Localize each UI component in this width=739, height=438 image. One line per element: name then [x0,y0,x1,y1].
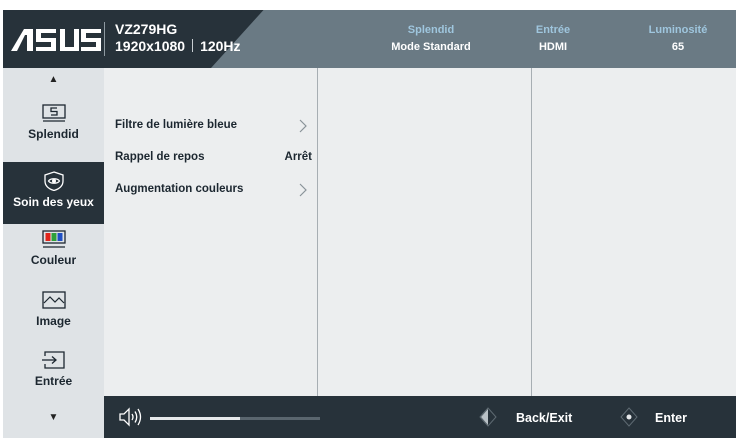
enter-joystick-icon [620,407,638,427]
monitor-osd: VZ279HG 1920x1080 120Hz Splendid Mode Sta… [3,10,736,438]
splendid-status: Splendid Mode Standard [361,22,501,56]
sidebar-item-label: Soin des yeux [13,195,94,209]
input-status-label: Entrée [535,24,571,36]
splendid-status-label: Splendid [407,24,455,36]
image-icon [41,291,66,309]
menu-item-color-augmentation[interactable]: Augmentation couleurs [115,179,312,201]
volume-slider-fill [150,417,241,420]
menu-item-label: Rappel de repos [115,151,205,163]
splendid-icon [41,104,66,122]
brightness-status: Luminosité 65 [633,22,723,56]
volume-slider[interactable] [150,417,320,420]
scroll-down-arrow-icon[interactable]: ▼ [3,412,104,423]
sidebar-item-eye-care[interactable]: Soin des yeux [3,162,104,224]
speaker-icon [119,407,142,427]
menu-column-2 [318,68,532,396]
menu-item-blue-light-filter[interactable]: Filtre de lumière bleue [115,115,312,137]
splendid-status-value: Mode Standard [391,41,471,53]
input-status-value: HDMI [538,41,568,53]
menu-column-3 [532,68,736,396]
brightness-status-value: 65 [671,41,685,53]
scroll-up-arrow-icon[interactable]: ▲ [3,74,104,85]
monitor-model-info: VZ279HG 1920x1080 120Hz [115,21,241,55]
chevron-right-icon [299,183,307,197]
resolution: 1920x1080 [115,38,186,54]
sidebar-item-label: Entrée [34,374,73,388]
menu-item-value: Arrêt [284,151,312,163]
color-icon [41,230,66,248]
menu-item-label: Filtre de lumière bleue [115,119,238,131]
back-exit-label[interactable]: Back/Exit [516,411,572,425]
chevron-right-icon [299,119,307,133]
input-status: Entrée HDMI [518,22,588,56]
info-separator [192,39,194,52]
sidebar-item-label: Splendid [28,127,79,141]
brightness-status-label: Luminosité [648,24,708,36]
input-icon [41,351,65,369]
sidebar-item-image[interactable]: Image [3,291,104,353]
menu-column-1: Filtre de lumière bleue Rappel de repos … [104,68,318,396]
sidebar-item-color[interactable]: Couleur [3,230,104,292]
osd-header: VZ279HG 1920x1080 120Hz Splendid Mode Sta… [3,10,736,68]
back-joystick-icon [479,407,497,427]
osd-sidebar: ▲ Splendid Soin des yeux Couleur Image E… [3,68,104,438]
asus-logo [11,29,101,51]
osd-footer: Back/Exit Enter [104,396,736,438]
enter-label[interactable]: Enter [655,411,687,425]
header-divider [104,22,105,56]
sidebar-item-input[interactable]: Entrée [3,351,104,413]
refresh-rate: 120Hz [200,38,241,54]
menu-item-rest-reminder[interactable]: Rappel de repos Arrêt [115,147,312,169]
sidebar-item-label: Image [36,314,71,328]
menu-item-label: Augmentation couleurs [115,183,244,195]
eye-care-icon [43,171,64,191]
model-name: VZ279HG [115,21,178,37]
sidebar-item-label: Couleur [30,253,77,267]
sidebar-item-splendid[interactable]: Splendid [3,104,104,166]
